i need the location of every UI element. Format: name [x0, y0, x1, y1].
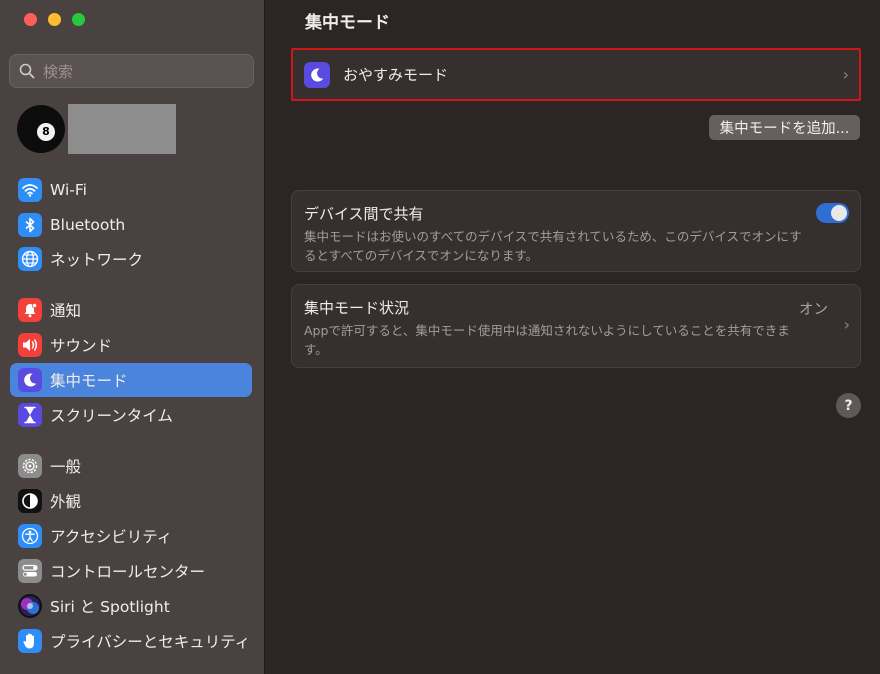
- siri-icon: [18, 594, 42, 618]
- appearance-icon: [18, 489, 42, 513]
- globe-icon: [18, 247, 42, 271]
- bluetooth-icon: [18, 213, 42, 237]
- window-controls: [24, 13, 85, 26]
- search-placeholder: 検索: [43, 62, 74, 81]
- minimize-button[interactable]: [48, 13, 61, 26]
- share-across-devices-card: デバイス間で共有 集中モードはお使いのすべてのデバイスで共有されているため、この…: [291, 190, 861, 272]
- toggle-knob: [831, 205, 847, 221]
- sidebar-item-label: スクリーンタイム: [50, 407, 173, 425]
- control-center-icon: [18, 559, 42, 583]
- bell-icon: [18, 298, 42, 322]
- page-title: 集中モード: [305, 13, 390, 33]
- hand-icon: [18, 629, 42, 653]
- main-pane: 集中モード おやすみモード › 集中モードを追加... デバイス間で共有 集中モ…: [266, 0, 880, 674]
- sidebar-item-focus[interactable]: 集中モード: [10, 363, 252, 397]
- status-value: オン: [799, 302, 828, 318]
- user-account[interactable]: 8: [17, 104, 176, 154]
- close-button[interactable]: [24, 13, 37, 26]
- sidebar-item-label: サウンド: [50, 337, 113, 355]
- sidebar-item-label: 外観: [50, 493, 82, 511]
- add-focus-button[interactable]: 集中モードを追加...: [709, 115, 860, 140]
- focus-item-label: おやすみモード: [343, 66, 449, 84]
- share-title: デバイス間で共有: [304, 205, 424, 223]
- sidebar-item-label: コントロールセンター: [50, 563, 206, 581]
- sidebar-item-label: 集中モード: [50, 372, 128, 390]
- focus-item-sleep[interactable]: おやすみモード ›: [291, 48, 861, 101]
- search-icon: [19, 63, 35, 79]
- gear-icon: [18, 454, 42, 478]
- hourglass-icon: [18, 403, 42, 427]
- sidebar-item-label: ネットワーク: [50, 251, 144, 269]
- sidebar-item-notifications[interactable]: 通知: [10, 293, 252, 327]
- sidebar-item-control-center[interactable]: コントロールセンター: [10, 554, 252, 588]
- status-title: 集中モード状況: [304, 299, 410, 317]
- moon-icon: [18, 368, 42, 392]
- focus-status-card[interactable]: 集中モード状況 Appで許可すると、集中モード使用中は通知されないようにしている…: [291, 284, 861, 368]
- sidebar-item-accessibility[interactable]: アクセシビリティ: [10, 519, 252, 553]
- sidebar-item-general[interactable]: 一般: [10, 449, 252, 483]
- sidebar-item-label: プライバシーとセキュリティ: [50, 633, 251, 651]
- avatar: 8: [17, 105, 65, 153]
- sidebar: 検索 8 Wi-Fi Bluetooth ネットワーク 通知 サウンド 集中モー…: [0, 0, 265, 674]
- sidebar-item-label: アクセシビリティ: [50, 528, 173, 546]
- wifi-icon: [18, 178, 42, 202]
- user-name-redacted: [68, 104, 176, 154]
- sidebar-item-siri-spotlight[interactable]: Siri と Spotlight: [10, 589, 252, 623]
- sidebar-item-label: Wi-Fi: [50, 181, 87, 199]
- moon-icon: [304, 61, 330, 88]
- sidebar-item-appearance[interactable]: 外観: [10, 484, 252, 518]
- chevron-right-icon: ›: [842, 65, 849, 84]
- sidebar-item-privacy-security[interactable]: プライバシーとセキュリティ: [10, 624, 252, 658]
- chevron-right-icon: ›: [843, 315, 850, 334]
- speaker-icon: [18, 333, 42, 357]
- zoom-button[interactable]: [72, 13, 85, 26]
- sidebar-item-label: Bluetooth: [50, 216, 126, 234]
- status-description: Appで許可すると、集中モード使用中は通知されないようにしていることを共有できま…: [304, 323, 790, 357]
- sidebar-item-bluetooth[interactable]: Bluetooth: [10, 208, 252, 242]
- sidebar-item-wifi[interactable]: Wi-Fi: [10, 173, 252, 207]
- sidebar-item-network[interactable]: ネットワーク: [10, 242, 252, 276]
- sidebar-item-sound[interactable]: サウンド: [10, 328, 252, 362]
- eight-ball-icon: 8: [37, 123, 55, 141]
- search-input[interactable]: 検索: [9, 54, 254, 88]
- sidebar-item-label: 一般: [50, 458, 82, 476]
- sidebar-item-label: 通知: [50, 302, 82, 320]
- share-toggle[interactable]: [816, 203, 849, 223]
- help-button[interactable]: ?: [836, 393, 861, 418]
- accessibility-icon: [18, 524, 42, 548]
- share-description: 集中モードはお使いのすべてのデバイスで共有されているため、このデバイスでオンにす…: [304, 229, 802, 263]
- sidebar-item-label: Siri と Spotlight: [50, 598, 170, 616]
- sidebar-item-screen-time[interactable]: スクリーンタイム: [10, 398, 252, 432]
